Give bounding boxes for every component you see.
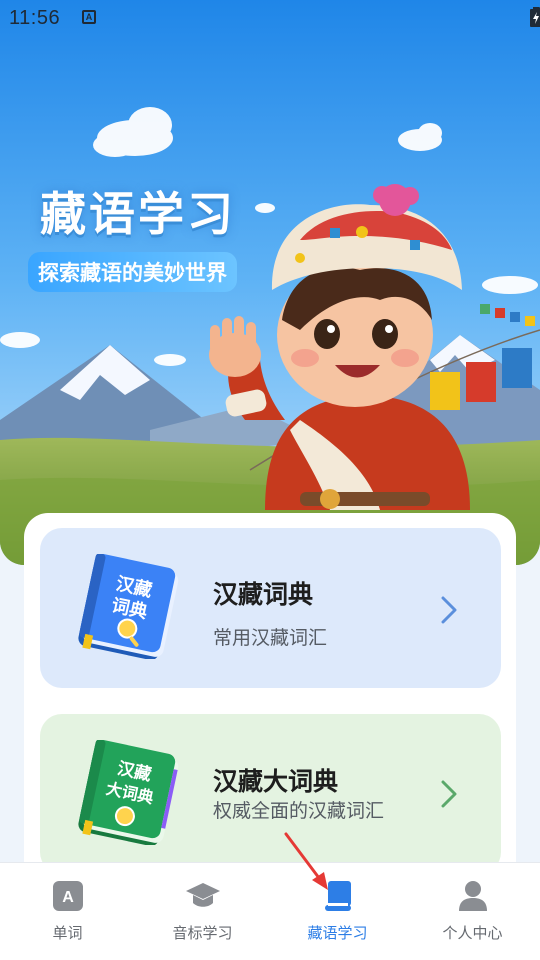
big-dictionary-card[interactable]: 汉藏 大词典 汉藏大词典 权威全面的汉藏词汇: [40, 714, 501, 874]
user-icon: [458, 881, 487, 911]
hero-title: 藏语学习: [40, 187, 236, 241]
nav-label-tibetan: 藏语学习: [307, 924, 368, 942]
big-dictionary-card-title: 汉藏大词典: [213, 767, 339, 796]
hero-banner: 11:56 A 藏语学习 探索藏语的美妙世界: [0, 0, 540, 565]
status-bar: 11:56 A: [0, 0, 540, 36]
nav-label-phonetics: 音标学习: [172, 924, 233, 942]
graduation-cap-icon: [185, 883, 220, 907]
app-notification-icon: A: [82, 10, 96, 24]
bottom-navigation: A 单词 音标学习 藏语学习 个人中心: [0, 862, 540, 960]
letter-a-icon: A: [52, 881, 83, 911]
nav-item-words[interactable]: A 单词: [0, 863, 135, 960]
chevron-right-icon: [441, 596, 457, 624]
letter-a-glyph: A: [62, 889, 74, 906]
app-screen: 11:56 A 藏语学习 探索藏语的美妙世界 汉藏 词典 汉藏词典 常用汉藏词汇…: [0, 0, 540, 960]
battery-charging-icon: [530, 7, 540, 27]
dictionary-book-icon: 汉藏 词典: [78, 554, 179, 659]
big-dictionary-card-subtitle: 权威全面的汉藏词汇: [213, 800, 385, 822]
nav-label-profile: 个人中心: [442, 924, 503, 942]
dictionary-card-subtitle: 常用汉藏词汇: [213, 627, 328, 649]
status-time: 11:56: [9, 7, 61, 29]
pointer-arrow-icon: [284, 832, 328, 890]
dictionary-card[interactable]: 汉藏 词典 汉藏词典 常用汉藏词汇: [40, 528, 501, 688]
nav-label-words: 单词: [52, 924, 83, 942]
chevron-right-icon: [441, 780, 457, 808]
dictionary-card-title: 汉藏词典: [213, 580, 314, 609]
big-dictionary-book-icon: 汉藏 大词典: [78, 740, 179, 845]
hero-subtitle: 探索藏语的美妙世界: [28, 252, 237, 292]
nav-item-profile[interactable]: 个人中心: [405, 863, 540, 960]
nav-item-phonetics[interactable]: 音标学习: [135, 863, 270, 960]
